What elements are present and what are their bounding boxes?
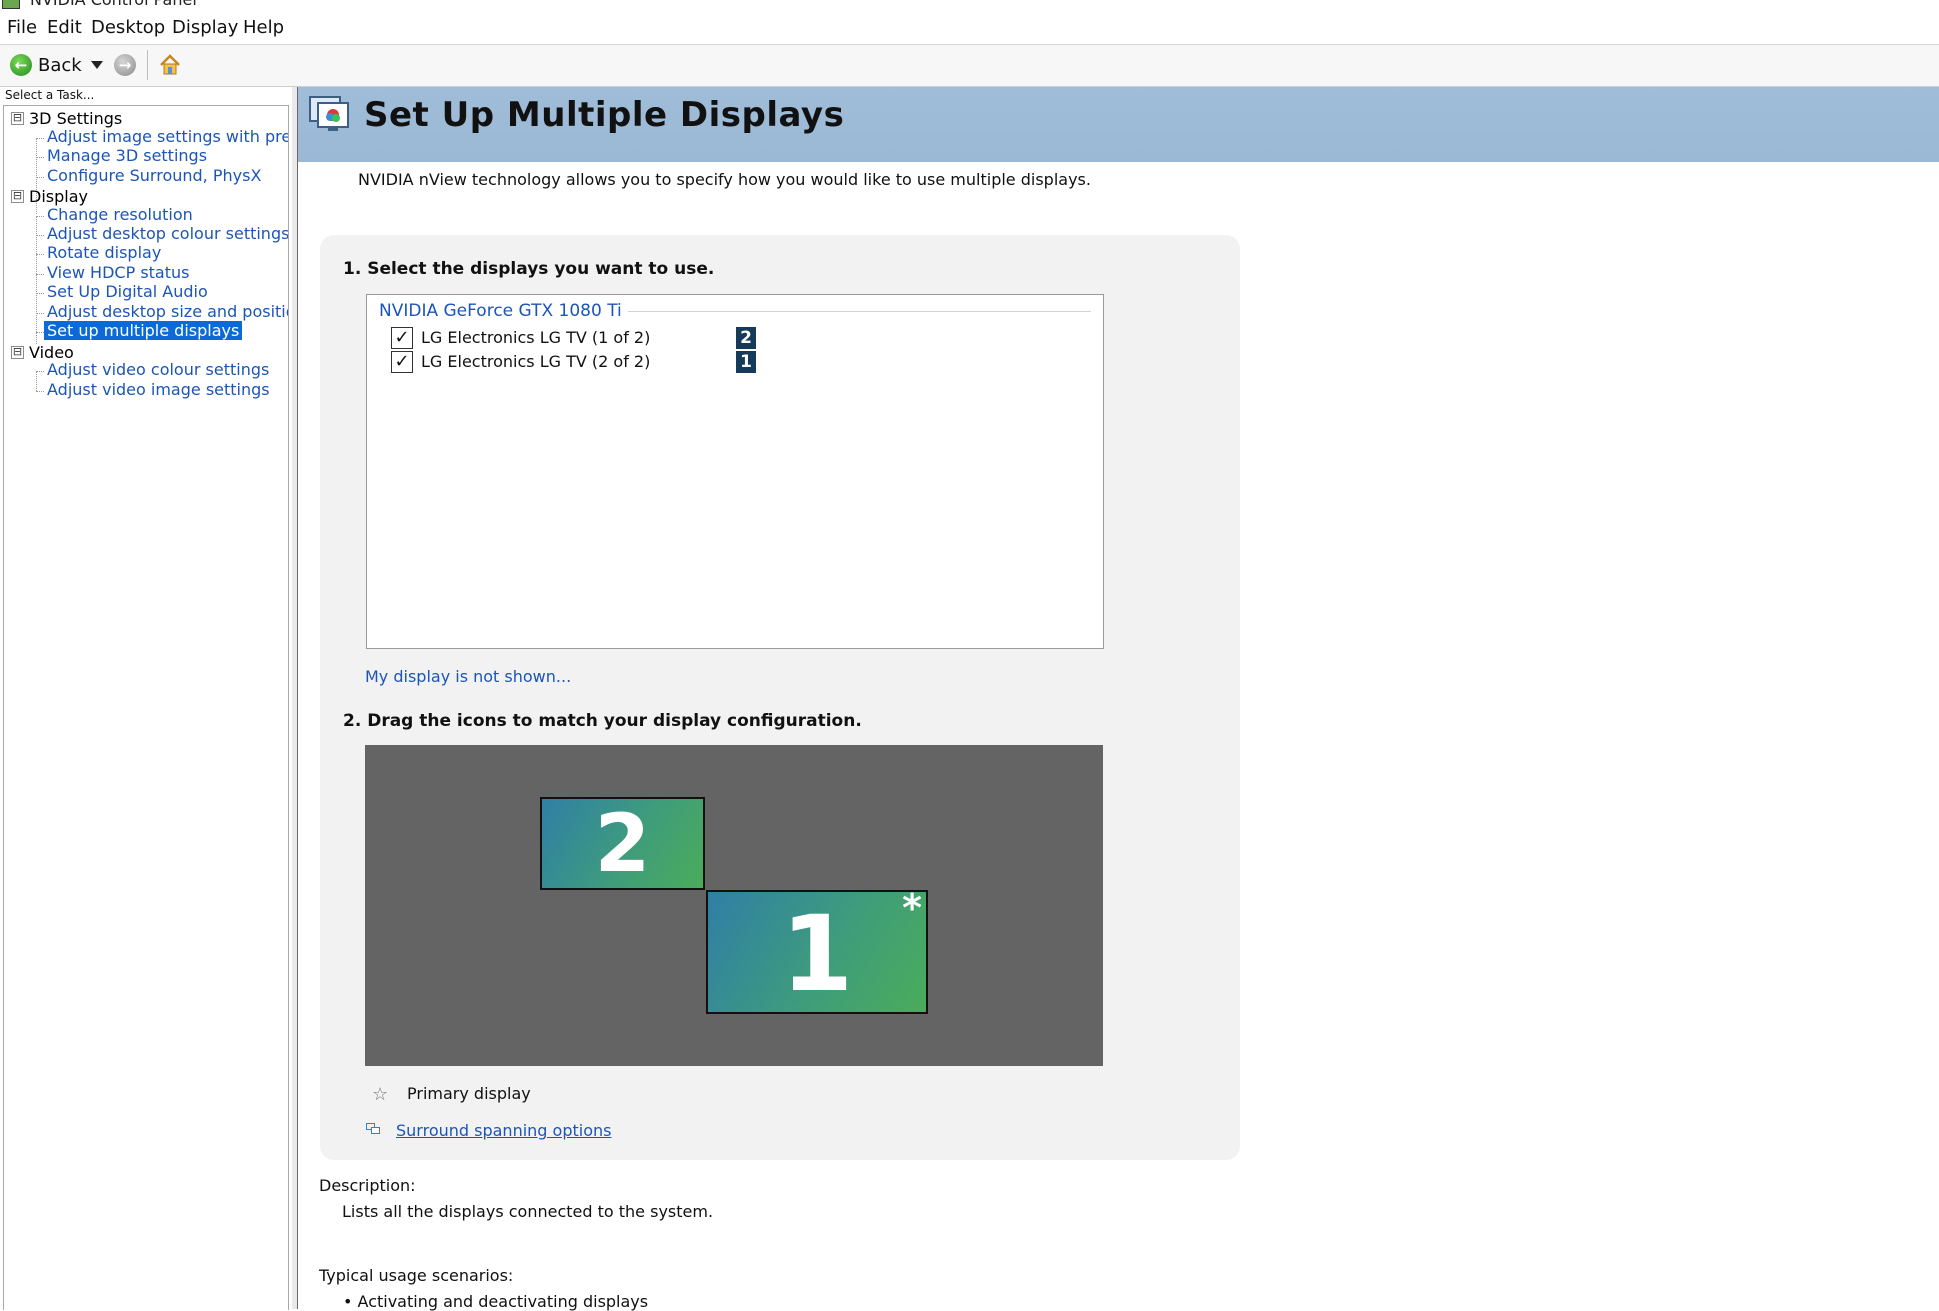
sidebar-item-configure-surround[interactable]: Configure Surround, PhysX bbox=[47, 166, 261, 185]
intro-text: NVIDIA nView technology allows you to sp… bbox=[358, 170, 1091, 189]
sidebar-item-desktop-colour[interactable]: Adjust desktop colour settings bbox=[47, 224, 288, 243]
tree-connector bbox=[36, 274, 44, 275]
toolbar-separator bbox=[147, 50, 148, 80]
menu-file[interactable]: File bbox=[7, 17, 37, 38]
sidebar-category-display[interactable]: Display bbox=[29, 187, 88, 206]
sidebar-item-digital-audio[interactable]: Set Up Digital Audio bbox=[47, 282, 208, 301]
home-icon[interactable] bbox=[158, 53, 182, 77]
step-1-heading: 1. Select the displays you want to use. bbox=[343, 259, 715, 279]
description-heading: Description: bbox=[319, 1176, 416, 1195]
tree-connector bbox=[36, 313, 44, 314]
title-bar: NVIDIA Control Panel bbox=[0, 0, 1939, 10]
menu-bar: File Edit Desktop Display Help bbox=[0, 10, 1939, 45]
tree-connector bbox=[36, 138, 44, 139]
back-arrow-icon[interactable]: ← bbox=[10, 54, 32, 76]
multiple-displays-icon bbox=[309, 96, 349, 131]
sidebar-item-manage-3d-settings[interactable]: Manage 3D settings bbox=[47, 146, 207, 165]
task-tree: ⊟ 3D Settings Adjust image settings with… bbox=[3, 105, 289, 1310]
tree-connector bbox=[36, 177, 44, 178]
forward-arrow-icon[interactable]: → bbox=[114, 54, 136, 76]
tree-connector bbox=[36, 371, 44, 372]
sidebar-item-hdcp-status[interactable]: View HDCP status bbox=[47, 263, 189, 282]
surround-icon bbox=[366, 1123, 380, 1134]
sidebar-item-video-colour[interactable]: Adjust video colour settings bbox=[47, 360, 269, 379]
monitor-2-number: 2 bbox=[594, 797, 651, 890]
sidebar-item-multiple-displays[interactable]: Set up multiple displays bbox=[44, 321, 243, 340]
tree-connector bbox=[36, 157, 44, 158]
display-checkbox[interactable]: ✓ bbox=[391, 327, 413, 349]
collapse-display-icon[interactable]: ⊟ bbox=[11, 190, 24, 203]
tree-connector bbox=[36, 371, 37, 391]
displays-list: NVIDIA GeForce GTX 1080 Ti ✓ LG Electron… bbox=[366, 294, 1104, 649]
menu-edit[interactable]: Edit bbox=[47, 17, 82, 38]
description-text: Lists all the displays connected to the … bbox=[342, 1202, 714, 1221]
window-title: NVIDIA Control Panel bbox=[30, 0, 197, 9]
collapse-3d-settings-icon[interactable]: ⊟ bbox=[11, 112, 24, 125]
menu-help[interactable]: Help bbox=[243, 17, 284, 38]
tree-connector bbox=[36, 216, 44, 217]
nvidia-app-icon bbox=[2, 0, 20, 9]
menu-display[interactable]: Display bbox=[172, 17, 238, 38]
sidebar-item-adjust-image-settings[interactable]: Adjust image settings with preview bbox=[47, 127, 288, 146]
display-arrangement-area[interactable]: 2 1 * bbox=[365, 745, 1103, 1066]
tree-connector bbox=[36, 235, 44, 236]
display-checkbox[interactable]: ✓ bbox=[391, 351, 413, 373]
primary-display-marker: * bbox=[902, 886, 922, 930]
tree-connector bbox=[36, 254, 44, 255]
primary-star-icon: ☆ bbox=[372, 1084, 389, 1105]
select-task-label: Select a Task... bbox=[5, 88, 95, 102]
page-title: Set Up Multiple Displays bbox=[364, 95, 845, 135]
display-row[interactable]: ✓ LG Electronics LG TV (2 of 2) bbox=[391, 351, 791, 373]
page-header: Set Up Multiple Displays bbox=[298, 87, 1939, 162]
display-row[interactable]: ✓ LG Electronics LG TV (1 of 2) bbox=[391, 327, 791, 349]
monitor-2-tile[interactable]: 2 bbox=[540, 797, 705, 890]
gpu-name: NVIDIA GeForce GTX 1080 Ti bbox=[379, 301, 628, 321]
history-dropdown-icon[interactable] bbox=[91, 61, 103, 69]
display-label: LG Electronics LG TV (1 of 2) bbox=[421, 328, 651, 347]
surround-spanning-link[interactable]: Surround spanning options bbox=[396, 1121, 611, 1140]
sidebar-item-desktop-size[interactable]: Adjust desktop size and position bbox=[47, 302, 288, 321]
display-label: LG Electronics LG TV (2 of 2) bbox=[421, 352, 651, 371]
toolbar: ← Back → bbox=[0, 45, 1939, 87]
usage-heading: Typical usage scenarios: bbox=[319, 1266, 514, 1285]
display-number-badge: 2 bbox=[736, 327, 756, 349]
display-number-badge: 1 bbox=[736, 351, 756, 373]
display-not-shown-link[interactable]: My display is not shown... bbox=[365, 667, 571, 686]
sidebar-item-change-resolution[interactable]: Change resolution bbox=[47, 205, 193, 224]
tree-connector bbox=[36, 391, 44, 392]
menu-desktop[interactable]: Desktop bbox=[91, 17, 165, 38]
collapse-video-icon[interactable]: ⊟ bbox=[11, 346, 24, 359]
usage-item: • Activating and deactivating displays bbox=[343, 1292, 649, 1311]
pane-splitter[interactable] bbox=[292, 87, 298, 1309]
tree-connector bbox=[36, 332, 44, 333]
primary-display-legend: Primary display bbox=[407, 1084, 531, 1103]
sidebar-item-rotate-display[interactable]: Rotate display bbox=[47, 243, 161, 262]
monitor-1-tile[interactable]: 1 * bbox=[706, 886, 928, 1015]
task-pane: Select a Task... ⊟ 3D Settings Adjust im… bbox=[0, 87, 293, 1310]
tree-connector bbox=[36, 293, 44, 294]
step-2-heading: 2. Drag the icons to match your display … bbox=[343, 711, 862, 731]
back-button[interactable]: Back bbox=[38, 55, 82, 76]
sidebar-item-video-image[interactable]: Adjust video image settings bbox=[47, 380, 270, 399]
monitor-1-number: 1 bbox=[780, 893, 854, 1015]
sidebar-category-3d-settings[interactable]: 3D Settings bbox=[29, 109, 122, 128]
